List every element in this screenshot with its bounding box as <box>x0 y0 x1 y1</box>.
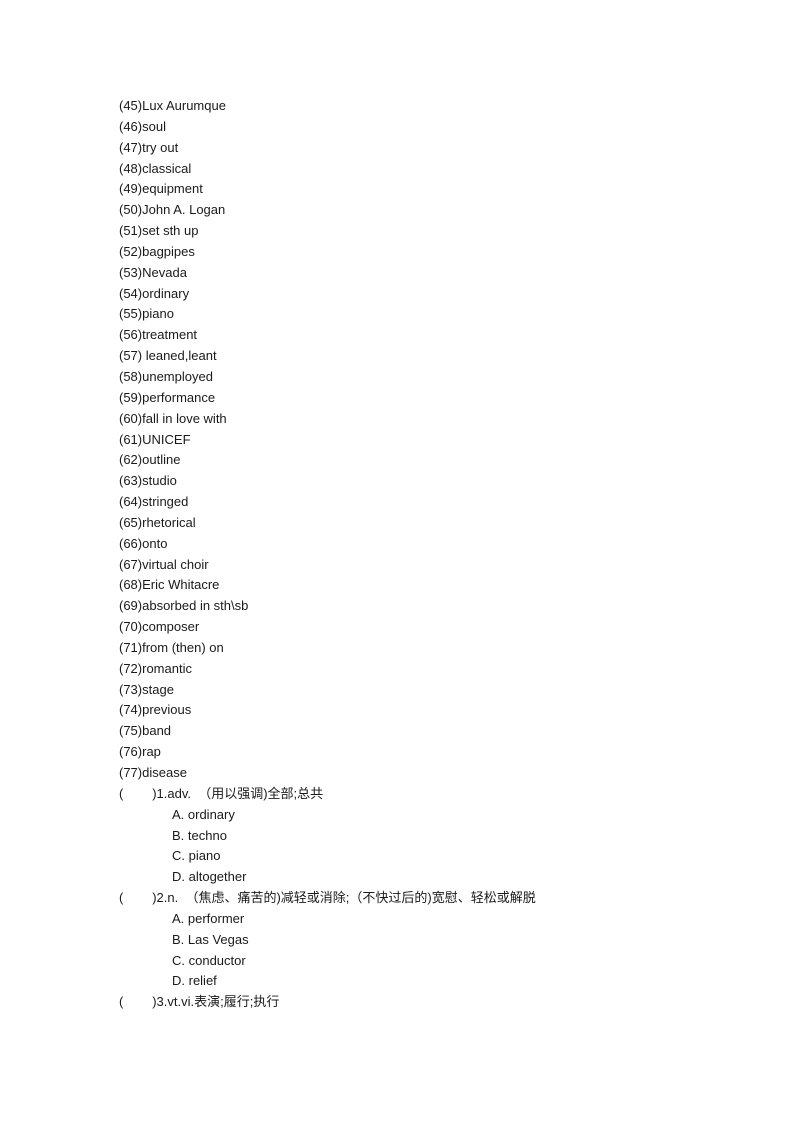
vocabulary-item: (62)outline <box>119 452 181 468</box>
vocabulary-item: (51)set sth up <box>119 223 199 239</box>
vocabulary-item: (58)unemployed <box>119 368 213 384</box>
vocabulary-item: (63)studio <box>119 473 177 489</box>
vocabulary-item: (71)from (then) on <box>119 639 224 655</box>
vocabulary-item: (45)Lux Aurumque <box>119 98 226 113</box>
vocabulary-item: (70)composer <box>119 619 200 635</box>
question-list: ( )1.adv. （用以强调)全部;总共 A. ordinary B. techn… <box>119 784 719 1013</box>
question-prompt: ( )3.vt.vi.表演;履行;执行 <box>119 994 280 1010</box>
vocabulary-item: (75)band <box>119 723 172 739</box>
question-option[interactable]: D. altogether <box>119 867 719 888</box>
vocabulary-item: (77)disease <box>119 765 187 780</box>
vocabulary-item: (73)stage <box>119 681 174 697</box>
vocabulary-item: (47)try out <box>119 139 179 155</box>
question-prompt: ( )1.adv. （用以强调)全部;总共 <box>119 785 324 801</box>
question-option[interactable]: A. performer <box>119 909 719 930</box>
question-prompt: ( )2.n. （焦虑、痛苦的)减轻或消除;（不快过后的)宽慰、轻松或解脱 <box>119 890 536 906</box>
vocabulary-item: (72)romantic <box>119 660 192 676</box>
vocabulary-list: (45)Lux Aurumque (46)soul (47)try out (48)c… <box>119 96 719 784</box>
vocabulary-item: (59)performance <box>119 389 216 405</box>
vocabulary-item: (53)Nevada <box>119 264 187 280</box>
vocabulary-item: (60)fall in love with <box>119 410 227 426</box>
question-option[interactable]: C. piano <box>119 846 719 867</box>
vocabulary-item: (48)classical <box>119 160 192 176</box>
document-content: (45)Lux Aurumque (46)soul (47)try out (48)c… <box>119 96 719 1013</box>
vocabulary-item: (52)bagpipes <box>119 243 195 259</box>
document-page: (45)Lux Aurumque (46)soul (47)try out (48)c… <box>0 0 794 1123</box>
vocabulary-item: (50)John A. Logan <box>119 202 226 218</box>
vocabulary-item: (76)rap <box>119 744 161 760</box>
vocabulary-item: (65)rhetorical <box>119 514 196 530</box>
vocabulary-item: (61)UNICEF <box>119 431 191 447</box>
vocabulary-item: (68)Eric Whitacre <box>119 577 220 593</box>
vocabulary-item: (49)equipment <box>119 181 203 197</box>
vocabulary-item: (67)virtual choir <box>119 556 209 572</box>
question-option[interactable]: B. Las Vegas <box>119 930 719 951</box>
vocabulary-item: (46)soul <box>119 118 166 134</box>
question-option[interactable]: A. ordinary <box>119 805 719 826</box>
vocabulary-item: (74)previous <box>119 702 192 718</box>
vocabulary-item: (64)stringed <box>119 494 189 510</box>
vocabulary-item: (57) leaned,leant <box>119 348 217 364</box>
vocabulary-item: (55)piano <box>119 306 174 322</box>
vocabulary-item: (56)treatment <box>119 327 198 343</box>
vocabulary-item: (66)onto <box>119 535 168 551</box>
vocabulary-item: (69)absorbed in sth\sb <box>119 598 249 614</box>
vocabulary-item: (54)ordinary <box>119 285 190 301</box>
question-option[interactable]: D. relief <box>119 971 719 992</box>
question-option[interactable]: C. conductor <box>119 951 719 972</box>
question-option[interactable]: B. techno <box>119 826 719 847</box>
